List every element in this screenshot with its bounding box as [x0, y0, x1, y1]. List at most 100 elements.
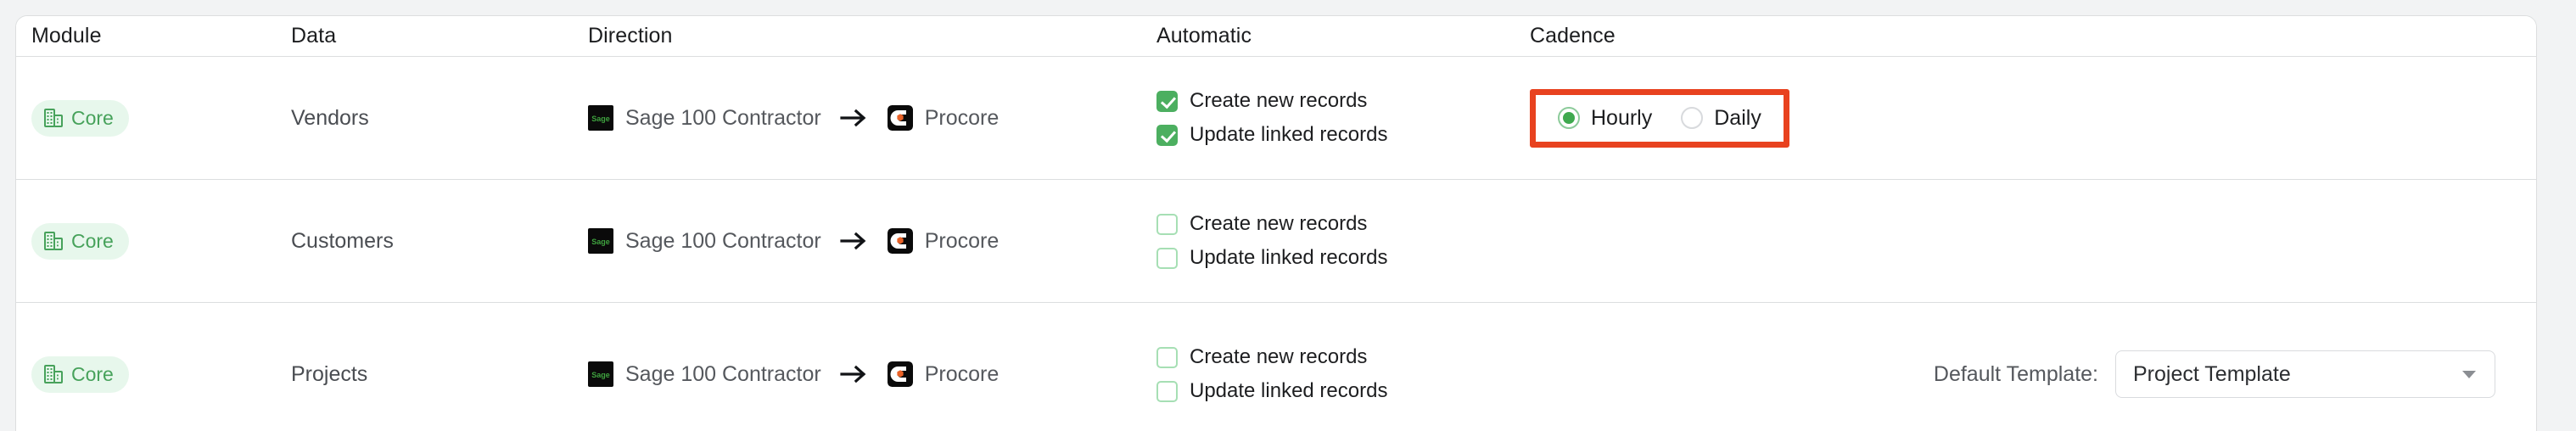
- arrow-right-icon: [840, 365, 866, 383]
- checkbox-create-new-records[interactable]: Create new records: [1156, 345, 1530, 369]
- cell-module: Core: [16, 222, 291, 260]
- cell-module: Core: [16, 355, 291, 393]
- checkbox-icon-unchecked[interactable]: [1156, 380, 1178, 402]
- cadence-highlight-box: Hourly Daily: [1530, 88, 1789, 148]
- arrow-right-icon: [840, 232, 866, 250]
- sage-logo: Sage: [588, 105, 613, 131]
- checkbox-label: Create new records: [1190, 89, 1368, 112]
- automatic-options: Create new records Update linked records: [1156, 345, 1530, 403]
- checkbox-create-new-records[interactable]: Create new records: [1156, 212, 1530, 236]
- direction-flow: Sage Sage 100 Contractor Procore: [588, 105, 1156, 131]
- default-template-control: Default Template: Project Template: [1934, 350, 2495, 398]
- direction-flow: Sage Sage 100 Contractor Procore: [588, 228, 1156, 254]
- automatic-options: Create new records Update linked records: [1156, 212, 1530, 270]
- target-system-name: Procore: [924, 361, 1000, 386]
- checkbox-label: Update linked records: [1190, 379, 1388, 402]
- table-header-row: Module Data Direction Automatic Cadence: [16, 16, 2536, 57]
- cell-data: Vendors: [291, 106, 588, 131]
- procore-logo: [887, 361, 913, 387]
- data-entity-name: Projects: [291, 361, 368, 386]
- cell-direction: Sage Sage 100 Contractor Procore: [588, 228, 1156, 254]
- checkbox-label: Update linked records: [1190, 123, 1388, 146]
- module-badge-label: Core: [71, 229, 114, 252]
- cadence-content: Default Template: Project Template: [1530, 350, 2536, 398]
- direction-target: Procore: [887, 361, 1000, 387]
- checkbox-icon-checked[interactable]: [1156, 90, 1178, 112]
- svg-text:Sage: Sage: [591, 371, 610, 379]
- column-header-module: Module: [31, 24, 102, 48]
- checkbox-label: Create new records: [1190, 345, 1368, 368]
- building-icon: [44, 232, 63, 250]
- default-template-select[interactable]: Project Template: [2115, 350, 2495, 398]
- radio-option-daily[interactable]: Daily: [1681, 106, 1761, 131]
- checkbox-label: Create new records: [1190, 212, 1368, 235]
- checkbox-update-linked-records[interactable]: Update linked records: [1156, 246, 1530, 270]
- module-badge-core: Core: [31, 222, 129, 260]
- checkbox-icon-unchecked[interactable]: [1156, 346, 1178, 368]
- checkbox-update-linked-records[interactable]: Update linked records: [1156, 123, 1530, 147]
- cell-direction: Sage Sage 100 Contractor Procore: [588, 105, 1156, 131]
- checkbox-icon-unchecked[interactable]: [1156, 213, 1178, 235]
- module-badge-core: Core: [31, 355, 129, 393]
- radio-label: Daily: [1714, 105, 1761, 130]
- cell-data: Projects: [291, 362, 588, 387]
- data-entity-name: Customers: [291, 228, 394, 253]
- cadence-radio-group[interactable]: Hourly Daily: [1558, 106, 1761, 131]
- target-system-name: Procore: [924, 105, 1000, 130]
- sage-logo: Sage: [588, 228, 613, 254]
- building-icon: [44, 365, 63, 383]
- cadence-content: Hourly Daily: [1530, 88, 2536, 148]
- direction-target: Procore: [887, 228, 1000, 254]
- cell-cadence: Default Template: Project Template: [1530, 350, 2536, 398]
- checkbox-label: Update linked records: [1190, 246, 1388, 269]
- cell-module: Core: [16, 99, 291, 137]
- cell-automatic: Create new records Update linked records: [1156, 212, 1530, 270]
- column-header-automatic: Automatic: [1156, 24, 1252, 48]
- building-icon: [44, 109, 63, 127]
- direction-source: Sage Sage 100 Contractor: [588, 361, 821, 387]
- target-system-name: Procore: [924, 228, 1000, 253]
- default-template-selected-value: Project Template: [2133, 361, 2291, 386]
- column-header-direction: Direction: [588, 24, 673, 48]
- page-root: Module Data Direction Automatic Cadence: [0, 0, 2576, 431]
- procore-logo: [887, 105, 913, 131]
- direction-flow: Sage Sage 100 Contractor Procore: [588, 361, 1156, 387]
- direction-target: Procore: [887, 105, 1000, 131]
- automatic-options: Create new records Update linked records: [1156, 89, 1530, 147]
- svg-text:Sage: Sage: [591, 115, 610, 123]
- arrow-right-icon: [840, 109, 866, 127]
- checkbox-icon-unchecked[interactable]: [1156, 247, 1178, 269]
- cell-data: Customers: [291, 229, 588, 254]
- direction-source: Sage Sage 100 Contractor: [588, 228, 821, 254]
- sage-logo: Sage: [588, 361, 613, 387]
- data-entity-name: Vendors: [291, 105, 369, 130]
- svg-text:Sage: Sage: [591, 238, 610, 246]
- radio-icon-selected[interactable]: [1558, 107, 1580, 129]
- procore-logo: [887, 228, 913, 254]
- cell-cadence: Hourly Daily: [1530, 88, 2536, 148]
- cell-direction: Sage Sage 100 Contractor Procore: [588, 361, 1156, 387]
- default-template-label: Default Template:: [1933, 361, 2098, 386]
- direction-source: Sage Sage 100 Contractor: [588, 105, 821, 131]
- radio-icon-unselected[interactable]: [1681, 107, 1704, 129]
- sync-settings-table-card: Module Data Direction Automatic Cadence: [15, 15, 2537, 431]
- table-row: Core Projects Sage Sage 100 Contractor P…: [16, 303, 2536, 431]
- cell-automatic: Create new records Update linked records: [1156, 345, 1530, 403]
- column-header-cadence: Cadence: [1530, 24, 1616, 48]
- cell-automatic: Create new records Update linked records: [1156, 89, 1530, 147]
- source-system-name: Sage 100 Contractor: [625, 105, 821, 130]
- source-system-name: Sage 100 Contractor: [625, 228, 821, 253]
- radio-option-hourly[interactable]: Hourly: [1558, 106, 1652, 131]
- column-header-data: Data: [291, 24, 337, 48]
- source-system-name: Sage 100 Contractor: [625, 361, 821, 386]
- checkbox-icon-checked[interactable]: [1156, 124, 1178, 146]
- checkbox-update-linked-records[interactable]: Update linked records: [1156, 379, 1530, 403]
- module-badge-core: Core: [31, 99, 129, 137]
- table-row: Core Vendors Sage Sage 100 Contractor Pr…: [16, 57, 2536, 180]
- module-badge-label: Core: [71, 362, 114, 385]
- radio-label: Hourly: [1591, 105, 1653, 130]
- module-badge-label: Core: [71, 106, 114, 129]
- chevron-down-icon[interactable]: [2462, 370, 2476, 378]
- table-row: Core Customers Sage Sage 100 Contractor: [16, 180, 2536, 303]
- checkbox-create-new-records[interactable]: Create new records: [1156, 89, 1530, 113]
